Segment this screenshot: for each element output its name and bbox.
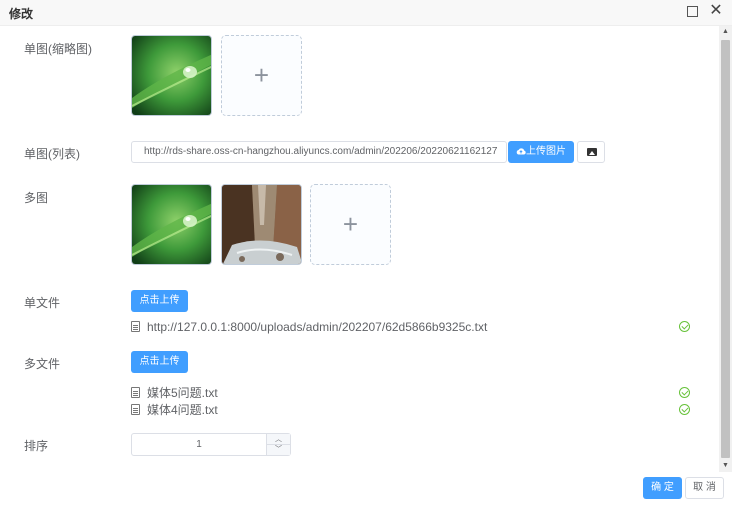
multi-image-2[interactable] — [221, 184, 302, 265]
upload-image-label: 上传图片 — [526, 146, 566, 157]
close-icon[interactable]: ✕ — [709, 3, 723, 19]
select-picture-button[interactable] — [577, 141, 605, 163]
dialog-title: 修改 — [9, 7, 34, 21]
sort-stepper[interactable]: 1 ︿ ﹀ — [131, 433, 291, 456]
label-sort: 排序 — [24, 439, 49, 453]
dialog-titlebar: 修改 ✕ — [0, 0, 732, 26]
document-icon — [131, 387, 140, 398]
label-single-list: 单图(列表) — [24, 147, 80, 161]
multi-file-upload-button[interactable]: 点击上传 — [131, 351, 188, 373]
file-list-item[interactable]: 媒体4问题.txt — [131, 402, 691, 418]
vertical-scrollbar[interactable]: ▲ ▼ — [719, 26, 732, 472]
success-check-icon — [679, 387, 690, 398]
single-file-upload-button[interactable]: 点击上传 — [131, 290, 188, 312]
image-url-input[interactable]: http://rds-share.oss-cn-hangzhou.aliyunc… — [131, 141, 507, 163]
file-list-item[interactable]: 媒体5问题.txt — [131, 385, 691, 401]
cancel-button[interactable]: 取 消 — [685, 477, 724, 499]
chevron-down-icon: ﹀ — [275, 446, 282, 453]
file-name[interactable]: http://127.0.0.1:8000/uploads/admin/2022… — [147, 319, 487, 335]
increment-button[interactable]: ︿ — [266, 434, 290, 445]
chevron-up-icon: ︿ — [275, 436, 282, 443]
water-drop-leaf-image — [132, 185, 211, 264]
file-list-item[interactable]: http://127.0.0.1:8000/uploads/admin/2022… — [131, 319, 691, 335]
confirm-button[interactable]: 确 定 — [643, 477, 682, 499]
plus-icon: + — [253, 60, 270, 90]
add-multi-image-button[interactable]: + — [310, 184, 391, 265]
picture-icon — [587, 148, 597, 156]
edit-dialog: 修改 ✕ 单图(缩略图) + 单图(列表) http://rds-share.o… — [0, 0, 732, 508]
success-check-icon — [679, 321, 690, 332]
add-thumb-image-button[interactable]: + — [221, 35, 302, 116]
scroll-down-arrow-icon[interactable]: ▼ — [719, 460, 732, 472]
success-check-icon — [679, 404, 690, 415]
maximize-icon[interactable] — [687, 6, 698, 17]
thumb-image-water-drop[interactable] — [131, 35, 212, 116]
document-icon — [131, 404, 140, 415]
document-icon — [131, 321, 140, 332]
upload-image-button[interactable]: 上传图片 — [508, 141, 574, 163]
label-single-thumb: 单图(缩略图) — [24, 42, 92, 56]
decrement-button[interactable]: ﹀ — [266, 445, 290, 455]
sort-value-input[interactable]: 1 — [132, 434, 266, 455]
plus-icon: + — [342, 209, 359, 239]
label-multi-file: 多文件 — [24, 357, 61, 371]
label-single-file: 单文件 — [24, 296, 61, 310]
multi-image-1[interactable] — [131, 184, 212, 265]
file-name[interactable]: 媒体5问题.txt — [147, 385, 218, 401]
canyon-stream-image — [222, 185, 301, 264]
dialog-body: 单图(缩略图) + 单图(列表) http://rds-share.oss-cn… — [0, 26, 719, 472]
cloud-upload-icon — [516, 148, 526, 155]
water-drop-leaf-image — [132, 36, 211, 115]
file-name[interactable]: 媒体4问题.txt — [147, 402, 218, 418]
label-multi-image: 多图 — [24, 191, 49, 205]
scroll-up-arrow-icon[interactable]: ▲ — [719, 26, 732, 38]
scrollbar-thumb[interactable] — [721, 40, 730, 458]
